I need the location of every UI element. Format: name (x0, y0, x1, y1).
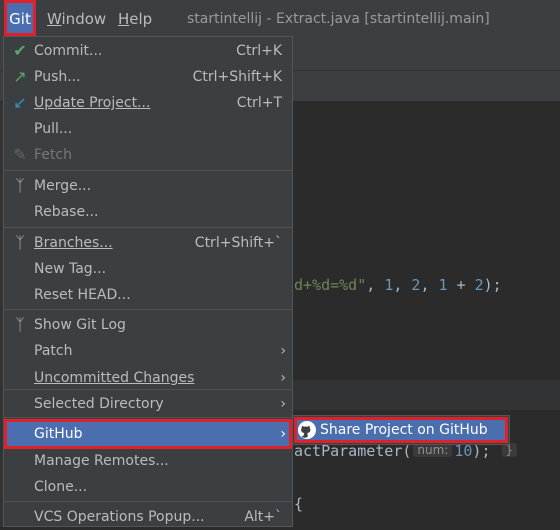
menu-bar: Git Window Help startintellij - Extract.… (0, 0, 560, 36)
chevron-right-icon: › (280, 343, 286, 359)
menu-item-label: Uncommitted Changes (34, 370, 195, 386)
shortcut: Ctrl+Shift+K (192, 69, 282, 85)
github-icon (298, 421, 316, 439)
menu-separator (4, 227, 292, 228)
menu-item-label: VCS Operations Popup... (34, 509, 205, 525)
menu-item-clone[interactable]: Clone... (4, 474, 292, 500)
git-log-icon: ᛉ (15, 315, 25, 334)
push-arrow-icon: ↗ (13, 67, 27, 86)
brace-hint: } (501, 443, 518, 457)
github-submenu: Share Project on GitHub (292, 415, 510, 445)
branch-icon: ᛉ (15, 233, 25, 252)
chevron-right-icon: › (280, 396, 286, 412)
menu-item-push[interactable]: ↗ Push... Ctrl+Shift+K (4, 64, 292, 90)
fetch-icon: ✎ (13, 145, 27, 164)
menu-item-pull[interactable]: Pull... (4, 116, 292, 142)
menu-item-label: New Tag... (34, 261, 107, 277)
window-title: startintellij - Extract.java [startintel… (187, 11, 490, 27)
shortcut: Alt+` (244, 509, 282, 525)
menu-item-branches[interactable]: ᛉ Branches... Ctrl+Shift+` (4, 230, 292, 256)
menu-item-label: Reset HEAD... (34, 287, 131, 303)
menu-item-label: Merge... (34, 178, 92, 194)
menu-item-manage-remotes[interactable]: Manage Remotes... (4, 448, 292, 474)
menu-item-label: Show Git Log (34, 317, 126, 333)
menu-separator (4, 170, 292, 171)
git-menu: ✔ Commit... Ctrl+K ↗ Push... Ctrl+Shift+… (3, 36, 293, 527)
menu-item-merge[interactable]: ᛉ Merge... (4, 173, 292, 199)
menu-item-show-git-log[interactable]: ᛉ Show Git Log (4, 312, 292, 338)
menu-item-new-tag[interactable]: New Tag... (4, 256, 292, 282)
menu-separator (4, 309, 292, 310)
menu-item-label: Fetch (34, 147, 72, 163)
menu-item-label: Manage Remotes... (34, 453, 169, 469)
menu-item-label: Share Project on GitHub (320, 422, 488, 438)
shortcut: Ctrl+Shift+` (194, 235, 282, 251)
menu-item-label: Clone... (34, 479, 88, 495)
menu-item-vcs-operations-popup[interactable]: VCS Operations Popup... Alt+` (4, 504, 292, 530)
menu-item-label: Selected Directory (34, 396, 164, 412)
chevron-right-icon: › (280, 426, 286, 442)
chevron-right-icon: › (280, 370, 286, 386)
menu-item-github[interactable]: GitHub › (4, 419, 292, 449)
menu-item-label: GitHub (34, 426, 83, 442)
menu-item-update-project[interactable]: ↙ Update Project... Ctrl+T (4, 90, 292, 116)
menu-item-selected-directory[interactable]: Selected Directory › (4, 391, 292, 417)
menu-item-share-project-on-github[interactable]: Share Project on GitHub (294, 417, 508, 443)
parameter-hint: num: (413, 443, 453, 457)
menu-item-label: Push... (34, 69, 81, 85)
menu-item-uncommitted-changes[interactable]: Uncommitted Changes › (4, 365, 292, 391)
menu-item-label: Pull... (34, 121, 73, 137)
menu-item-label: Commit... (34, 43, 103, 59)
menu-item-rebase[interactable]: Rebase... (4, 199, 292, 225)
menu-help[interactable]: Help (118, 0, 152, 36)
menu-separator (4, 417, 292, 418)
menu-item-patch[interactable]: Patch › (4, 338, 292, 364)
menu-item-label: Patch (34, 343, 73, 359)
code-line: { (294, 495, 304, 513)
menu-item-fetch: ✎ Fetch (4, 142, 292, 168)
menu-item-label: Rebase... (34, 204, 99, 220)
menu-separator (4, 501, 292, 502)
menu-window[interactable]: Window (47, 0, 106, 36)
menu-item-label: Branches... (34, 235, 113, 251)
menu-item-reset-head[interactable]: Reset HEAD... (4, 282, 292, 308)
code-line: d+%d=%d", 1, 2, 1 + 2); (294, 276, 502, 294)
shortcut: Ctrl+K (236, 43, 282, 59)
menu-git[interactable]: Git (4, 0, 36, 36)
update-arrow-icon: ↙ (13, 93, 27, 112)
menu-separator (4, 389, 292, 390)
menu-item-label: Update Project... (34, 95, 151, 111)
check-icon: ✔ (13, 41, 27, 60)
merge-icon: ᛉ (15, 176, 25, 195)
shortcut: Ctrl+T (236, 95, 282, 111)
menu-item-commit[interactable]: ✔ Commit... Ctrl+K (4, 38, 292, 64)
